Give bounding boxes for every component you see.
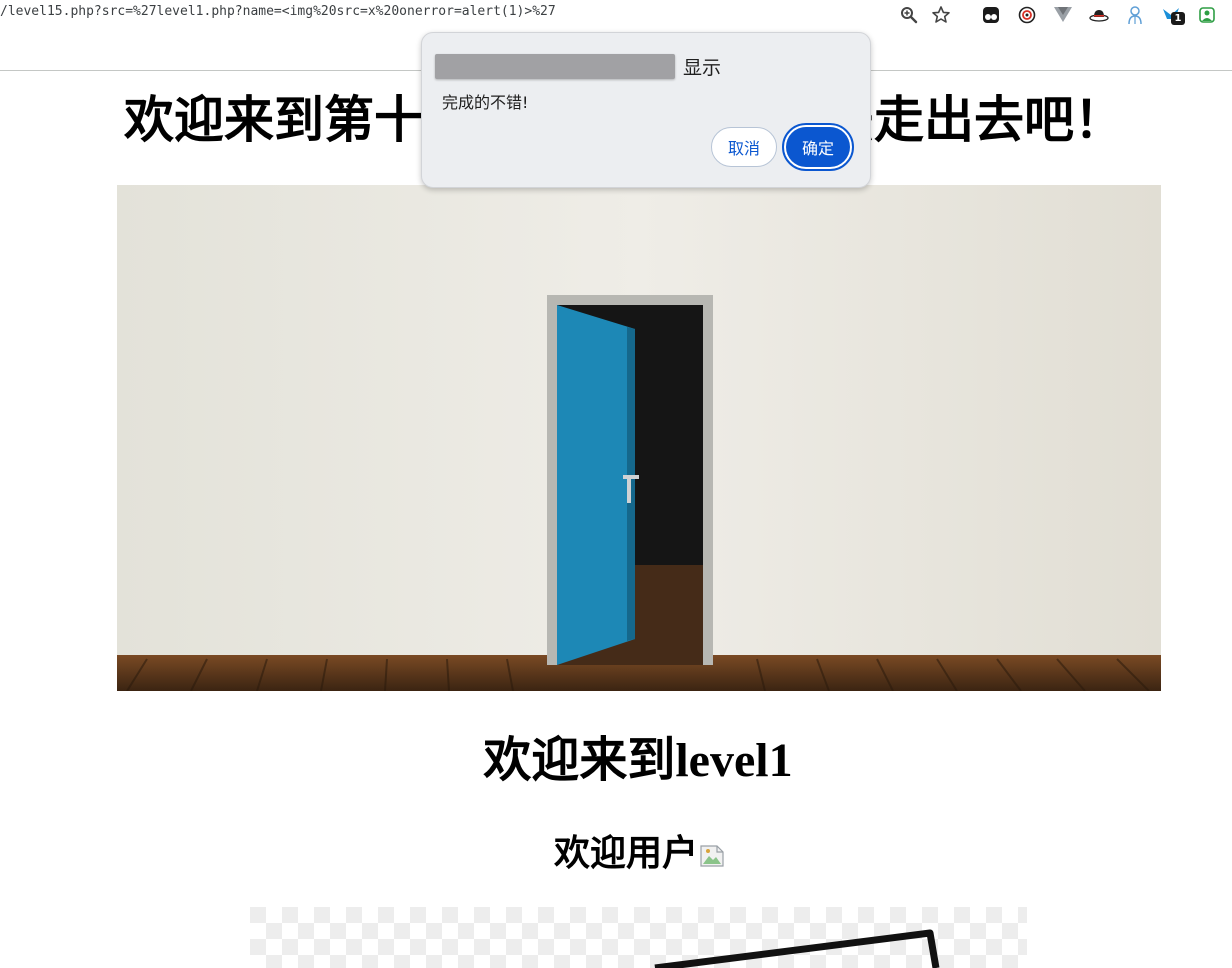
bottom-image <box>250 907 1027 968</box>
ok-button[interactable]: 确定 <box>782 123 854 171</box>
alert-message: 完成的不错! <box>442 93 529 112</box>
vue-devtools-extension-icon[interactable] <box>1052 4 1074 26</box>
browser-viewport: /level15.php?src=%27level1.php?name=<img… <box>0 0 1232 968</box>
broken-image-icon <box>700 830 724 867</box>
address-bar[interactable]: /level15.php?src=%27level1.php?name=<img… <box>0 0 1232 30</box>
proxy-extension-icon[interactable] <box>1124 4 1146 26</box>
alert-dialog: 显示 完成的不错! 取消 确定 <box>421 32 871 188</box>
target-extension-icon[interactable] <box>1016 4 1038 26</box>
hat-extension-icon[interactable] <box>1088 4 1110 26</box>
zoom-icon[interactable] <box>898 4 920 26</box>
user-greeting: 欢迎用户 <box>0 828 1232 878</box>
cancel-button[interactable]: 取消 <box>711 127 777 167</box>
ok-button-label: 确定 <box>786 127 850 167</box>
tampermonkey-extension-icon[interactable] <box>980 4 1002 26</box>
extension-badge: 1 <box>1171 12 1185 25</box>
door-image <box>117 185 1161 691</box>
user-greeting-label: 欢迎用户 <box>553 833 698 873</box>
profile-extension-icon[interactable] <box>1196 4 1218 26</box>
alert-origin-suffix: 显示 <box>683 57 722 79</box>
bookmark-star-icon[interactable] <box>930 4 952 26</box>
redacted-origin <box>435 54 675 79</box>
level-heading: 欢迎来到level1 <box>483 734 793 787</box>
url-text[interactable]: /level15.php?src=%27level1.php?name=<img… <box>0 4 556 19</box>
